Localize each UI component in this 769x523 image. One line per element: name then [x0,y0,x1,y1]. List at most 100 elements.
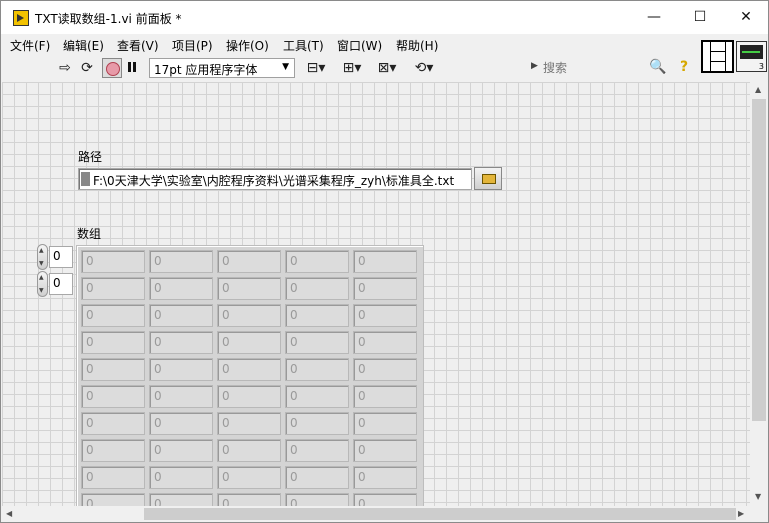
search-input[interactable] [543,59,643,77]
row-index-control[interactable]: 0 [37,244,75,270]
horizontal-scrollbar[interactable]: ◀ ▶ [2,506,750,522]
minimize-button[interactable]: — [631,1,677,34]
menu-edit[interactable]: 编辑(E) [63,37,104,54]
text-settings-dropdown[interactable]: 17pt 应用程序字体 ▼ [149,58,295,78]
array-label: 数组 [77,227,102,241]
array-element[interactable]: 0 [81,331,145,354]
array-element[interactable]: 0 [149,493,213,506]
array-element[interactable]: 0 [285,412,349,435]
array-element[interactable]: 0 [217,439,281,462]
array-element[interactable]: 0 [217,331,281,354]
resize-objects-icon[interactable]: ⊠▾ [374,59,400,77]
scroll-down-icon[interactable]: ▼ [755,492,761,501]
menu-project[interactable]: 项目(P) [172,37,213,54]
array-element[interactable]: 0 [285,439,349,462]
search-box[interactable]: ▶ 🔍 [529,58,669,78]
array-element[interactable]: 0 [217,385,281,408]
vertical-scrollbar[interactable]: ▲ ▼ [750,82,768,506]
path-value[interactable]: F:\0天津大学\实验室\内腔程序资料\光谱采集程序_zyh\标准具全.txt [93,172,454,189]
vi-icon[interactable]: 3 [736,41,767,72]
chevron-down-icon: ▼ [282,62,289,72]
menu-operate[interactable]: 操作(O) [226,37,269,54]
distribute-objects-icon[interactable]: ⊞▾ [339,59,365,77]
row-index-value[interactable]: 0 [49,246,73,268]
array-element[interactable]: 0 [353,277,417,300]
array-element[interactable]: 0 [353,493,417,506]
array-element[interactable]: 0 [285,385,349,408]
array-element[interactable]: 0 [285,358,349,381]
horizontal-scroll-thumb[interactable] [144,508,736,520]
array-element[interactable]: 0 [285,331,349,354]
array-element[interactable]: 0 [353,385,417,408]
array-element[interactable]: 0 [285,304,349,327]
array-element[interactable]: 0 [285,466,349,489]
array-element[interactable]: 0 [217,250,281,273]
column-index-spinner[interactable] [37,271,48,297]
array-element[interactable]: 0 [81,304,145,327]
array-element[interactable]: 0 [217,358,281,381]
array-element[interactable]: 0 [81,358,145,381]
array-element[interactable]: 0 [217,304,281,327]
array-element[interactable]: 0 [81,277,145,300]
array-element[interactable]: 0 [149,385,213,408]
font-selector-value: 17pt 应用程序字体 [154,63,258,77]
scroll-left-icon[interactable]: ◀ [6,509,12,518]
array-element[interactable]: 0 [81,412,145,435]
array-element[interactable]: 0 [353,412,417,435]
array-element[interactable]: 0 [217,493,281,506]
array-element[interactable]: 0 [353,304,417,327]
scroll-right-icon[interactable]: ▶ [738,509,744,518]
array-element[interactable]: 0 [353,331,417,354]
array-element[interactable]: 0 [149,358,213,381]
search-expand-icon[interactable]: ▶ [531,61,538,71]
array-element[interactable]: 0 [149,412,213,435]
array-element[interactable]: 0 [81,250,145,273]
path-control[interactable]: F:\0天津大学\实验室\内腔程序资料\光谱采集程序_zyh\标准具全.txt [78,168,472,190]
context-help-icon[interactable]: ? [680,59,688,75]
array-element[interactable]: 0 [149,331,213,354]
align-objects-icon[interactable]: ⊟▾ [303,59,329,77]
array-element[interactable]: 0 [149,250,213,273]
menu-tools[interactable]: 工具(T) [283,37,324,54]
browse-button[interactable] [474,167,502,190]
array-element[interactable]: 0 [285,493,349,506]
maximize-button[interactable]: ☐ [677,1,723,34]
vertical-scroll-thumb[interactable] [752,99,766,421]
reorder-icon[interactable]: ⟲▾ [411,59,437,77]
title-bar: TXT读取数组-1.vi 前面板 * — ☐ ✕ [1,1,768,34]
array-element[interactable]: 0 [81,385,145,408]
array-element[interactable]: 0 [149,277,213,300]
array-element[interactable]: 0 [149,304,213,327]
front-panel-canvas[interactable]: 路径 F:\0天津大学\实验室\内腔程序资料\光谱采集程序_zyh\标准具全.t… [2,82,750,506]
connector-pane[interactable] [701,40,734,73]
run-arrow-icon[interactable]: ⇨ [56,59,74,77]
search-icon[interactable]: 🔍 [649,59,667,77]
column-index-control[interactable]: 0 [37,271,75,297]
array-element[interactable]: 0 [217,466,281,489]
array-element[interactable]: 0 [285,277,349,300]
menu-window[interactable]: 窗口(W) [337,37,382,54]
menu-file[interactable]: 文件(F) [10,37,50,54]
array-element[interactable]: 0 [285,250,349,273]
run-continuously-icon[interactable]: ⟳ [78,59,96,77]
array-element[interactable]: 0 [353,439,417,462]
array-element[interactable]: 0 [149,439,213,462]
array-element[interactable]: 0 [81,493,145,506]
array-element[interactable]: 0 [149,466,213,489]
array-element[interactable]: 0 [353,250,417,273]
array-element[interactable]: 0 [81,466,145,489]
menu-help[interactable]: 帮助(H) [396,37,438,54]
close-button[interactable]: ✕ [723,1,769,34]
path-label: 路径 [78,150,103,164]
array-element[interactable]: 0 [353,466,417,489]
array-element[interactable]: 0 [81,439,145,462]
column-index-value[interactable]: 0 [49,273,73,295]
menu-view[interactable]: 查看(V) [117,37,159,54]
array-element[interactable]: 0 [217,277,281,300]
row-index-spinner[interactable] [37,244,48,270]
array-element[interactable]: 0 [217,412,281,435]
scroll-up-icon[interactable]: ▲ [755,85,761,94]
abort-execution-button[interactable] [102,58,122,78]
array-element[interactable]: 0 [353,358,417,381]
pause-icon[interactable] [126,60,138,74]
